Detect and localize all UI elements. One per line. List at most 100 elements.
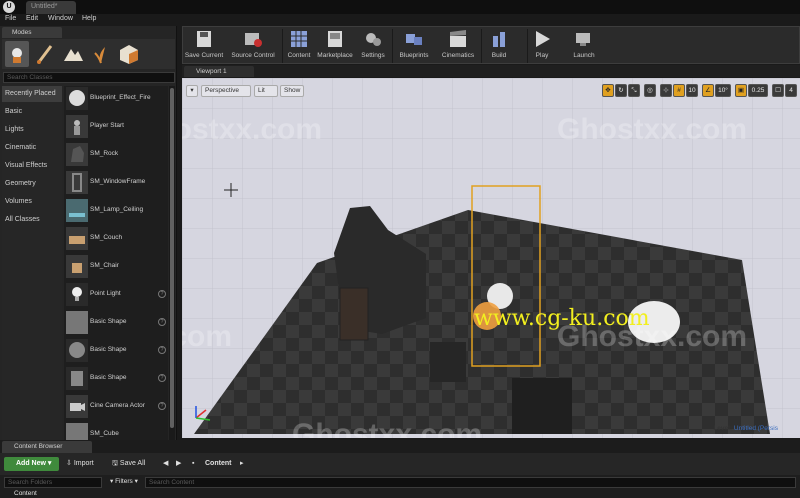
place-mode-icon[interactable] — [5, 41, 29, 67]
show-label: Show — [284, 87, 301, 94]
settings-gear-icon — [363, 30, 383, 48]
help-icon[interactable]: ? — [158, 318, 166, 326]
camera-speed-icon[interactable]: ☐ — [772, 84, 784, 97]
add-new-button[interactable]: Add New ▾ — [4, 457, 59, 471]
build-button[interactable]: Build — [483, 27, 515, 65]
list-item[interactable]: SM_Couch — [64, 226, 168, 253]
search-classes-input[interactable]: Search Classes — [3, 72, 175, 83]
save-all-button[interactable]: 🖫 Save All — [112, 457, 145, 471]
history-back-icon[interactable]: ◀ — [163, 457, 168, 471]
blueprints-button[interactable]: Blueprints — [394, 27, 434, 65]
menu-help[interactable]: Help — [82, 15, 96, 22]
viewport-tab[interactable]: Viewport 1 — [184, 66, 254, 77]
play-button[interactable]: Play — [529, 27, 555, 65]
translate-tool-icon[interactable]: ✥ — [602, 84, 614, 97]
category-visual-effects[interactable]: Visual Effects — [2, 158, 62, 174]
launch-button[interactable]: Launch — [569, 27, 599, 65]
list-item[interactable]: SM_Chair — [64, 254, 168, 281]
lit-button[interactable]: Lit — [254, 85, 278, 97]
surface-snap-icon[interactable]: ⊹ — [660, 84, 672, 97]
content-browser-tab[interactable]: Content Browser — [2, 441, 92, 453]
list-item[interactable]: Point Light ? — [64, 282, 168, 309]
list-item[interactable]: Cine Camera Actor ? — [64, 394, 168, 421]
grid-snap-icon[interactable]: # — [673, 84, 685, 97]
scale-snap-icon[interactable]: ▣ — [735, 84, 747, 97]
source-control-button[interactable]: Source Control — [227, 27, 279, 65]
player-start-thumbnail-icon — [66, 115, 88, 138]
menu-edit[interactable]: Edit — [26, 15, 38, 22]
menu-file[interactable]: File — [5, 15, 16, 22]
breadcrumb-chevron-icon[interactable]: ▸ — [240, 457, 244, 471]
light-bulb-icon — [66, 283, 88, 306]
category-basic[interactable]: Basic — [2, 104, 62, 120]
modes-tab-label: Modes — [12, 29, 32, 36]
list-item[interactable]: SM_Cube — [64, 422, 168, 440]
folder-tree-content[interactable]: Content — [14, 490, 37, 498]
world-local-icon[interactable]: ◎ — [644, 84, 656, 97]
list-item[interactable]: Basic Shape ? — [64, 310, 168, 337]
save-current-button[interactable]: Save Current — [183, 27, 225, 65]
help-icon[interactable]: ? — [158, 374, 166, 382]
grid-snap-value[interactable]: 10 — [686, 84, 698, 97]
category-cinematic[interactable]: Cinematic — [2, 140, 62, 156]
rotation-snap-value[interactable]: 10° — [715, 84, 731, 97]
perspective-label: Perspective — [205, 87, 239, 94]
rotation-snap-icon[interactable]: ∠ — [702, 84, 714, 97]
settings-button[interactable]: Settings — [356, 27, 390, 65]
help-icon[interactable]: ? — [158, 402, 166, 410]
scale-tool-icon[interactable]: ⤡ — [628, 84, 640, 97]
list-item[interactable]: Basic Shape ? — [64, 366, 168, 393]
filters-button[interactable]: ▾ Filters ▾ — [110, 475, 138, 489]
breadcrumb-content[interactable]: Content — [205, 457, 231, 471]
actor-list-scrollbar[interactable] — [169, 86, 175, 440]
landscape-mode-icon[interactable] — [61, 41, 85, 67]
menu-window[interactable]: Window — [48, 15, 73, 22]
camera-speed-value[interactable]: 4 — [785, 84, 797, 97]
geometry-mode-icon[interactable] — [117, 41, 141, 67]
cinematics-button[interactable]: Cinematics — [438, 27, 478, 65]
scale-snap-value[interactable]: 0.25 — [748, 84, 768, 97]
launch-icon — [574, 30, 594, 48]
placeable-actor-list: Blueprint_Effect_Fire Player Start SM_Ro… — [64, 86, 168, 440]
search-content-input[interactable]: Search Content — [145, 477, 796, 488]
category-geometry[interactable]: Geometry — [2, 176, 62, 192]
perspective-button[interactable]: Perspective — [201, 85, 251, 97]
category-all-classes[interactable]: All Classes — [2, 212, 62, 228]
foliage-mode-icon[interactable] — [89, 41, 113, 67]
list-item[interactable]: SM_Lamp_Ceiling — [64, 198, 168, 225]
list-item[interactable]: SM_WindowFrame — [64, 170, 168, 197]
help-icon[interactable]: ? — [158, 290, 166, 298]
cylinder-thumbnail-icon — [66, 367, 88, 390]
viewport-options-chevron-icon[interactable]: ▾ — [186, 85, 198, 97]
search-folders-input[interactable]: Search Folders — [4, 477, 102, 488]
modes-tab[interactable]: Modes — [2, 27, 62, 38]
scrollbar-thumb[interactable] — [170, 88, 174, 428]
history-forward-icon[interactable]: ▶ — [176, 457, 181, 471]
import-button[interactable]: ⇩ Import — [66, 457, 94, 471]
sphere-thumbnail-icon — [66, 87, 88, 110]
title-bar: U Untitled* — [0, 0, 800, 14]
category-list: Recently Placed Basic Lights Cinematic V… — [2, 86, 62, 440]
marketplace-button[interactable]: Marketplace — [316, 27, 354, 65]
list-item[interactable]: Basic Shape ? — [64, 338, 168, 365]
category-volumes[interactable]: Volumes — [2, 194, 62, 210]
level-name: Untitled (Persis — [733, 425, 778, 432]
document-tab[interactable]: Untitled* — [26, 1, 76, 14]
list-item[interactable]: Blueprint_Effect_Fire — [64, 86, 168, 113]
menu-bar: File Edit Window Help — [0, 14, 800, 26]
show-button[interactable]: Show — [280, 85, 304, 97]
category-recently-placed[interactable]: Recently Placed — [2, 86, 62, 102]
overlay-watermark-text: www.cg-ku.com — [474, 306, 650, 331]
paint-mode-icon[interactable] — [33, 41, 57, 67]
lamp-thumbnail-icon — [66, 199, 88, 222]
list-item[interactable]: SM_Rock — [64, 142, 168, 169]
window-frame-thumbnail-icon — [66, 171, 88, 194]
unreal-logo-icon: U — [3, 1, 15, 13]
rotate-tool-icon[interactable]: ↻ — [615, 84, 627, 97]
content-button[interactable]: Content — [284, 27, 314, 65]
category-lights[interactable]: Lights — [2, 122, 62, 138]
marketplace-icon — [325, 30, 345, 48]
level-viewport[interactable]: Ghostxx.com Ghostxx.com Ghostxx.com Ghos… — [182, 78, 800, 438]
list-item[interactable]: Player Start — [64, 114, 168, 141]
help-icon[interactable]: ? — [158, 346, 166, 354]
